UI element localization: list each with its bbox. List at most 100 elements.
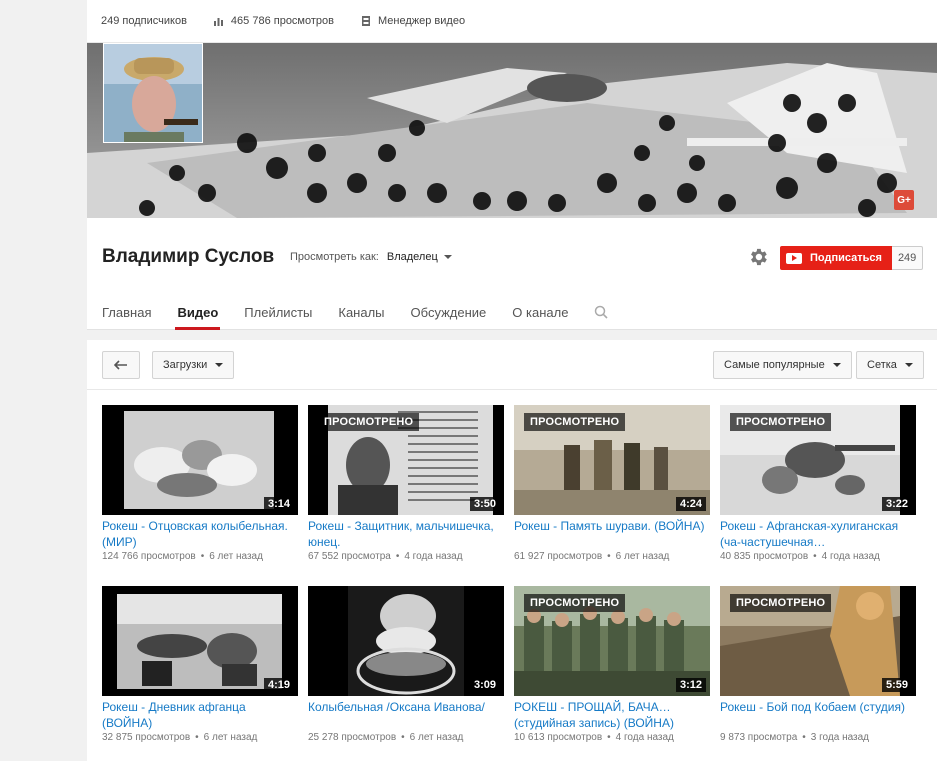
- video-title[interactable]: Рокеш - Защитник, мальчишечка, юнец.: [308, 518, 504, 550]
- chevron-down-icon: [904, 363, 913, 367]
- video-card[interactable]: ПРОСМОТРЕНО 4:24 Рокеш - Память шурави. …: [514, 405, 710, 562]
- view-count: 465 786 просмотров: [213, 15, 334, 27]
- view-as: Просмотреть как: Владелец: [290, 251, 452, 263]
- subscribe-button[interactable]: Подписаться: [780, 246, 892, 270]
- subscribe-label: Подписаться: [810, 252, 882, 264]
- subscriber-count-text: 249 подписчиков: [101, 15, 187, 27]
- channel-banner: [87, 43, 937, 218]
- video-age: 6 лет назад: [409, 732, 464, 743]
- video-views: 61 927 просмотров: [514, 551, 603, 562]
- video-card[interactable]: 3:14 Рокеш - Отцовская колыбельная. (МИР…: [102, 405, 298, 562]
- video-duration: 3:22: [881, 497, 912, 511]
- video-card[interactable]: ПРОСМОТРЕНО 5:59 Рокеш - Бой под Кобаем …: [720, 586, 916, 743]
- view-count-text: 465 786 просмотров: [230, 15, 334, 27]
- google-plus-icon[interactable]: G+: [894, 190, 914, 210]
- video-age: 4 года назад: [615, 732, 674, 743]
- subscriber-badge: 249: [891, 246, 924, 270]
- tab-discussion[interactable]: Обсуждение: [411, 298, 487, 330]
- tab-home[interactable]: Главная: [102, 298, 151, 330]
- video-meta: 25 278 просмотров • 6 лет назад: [308, 732, 464, 743]
- video-manager-label: Менеджер видео: [378, 15, 466, 27]
- channel-avatar[interactable]: [103, 43, 203, 143]
- watched-badge: ПРОСМОТРЕНО: [524, 594, 626, 612]
- video-manager-link[interactable]: Менеджер видео: [360, 15, 465, 27]
- video-title[interactable]: РОКЕШ - ПРОЩАЙ, БАЧА… (студийная запись)…: [514, 699, 710, 731]
- view-as-value: Владелец: [386, 251, 438, 263]
- video-thumbnail[interactable]: ПРОСМОТРЕНО 5:59: [720, 586, 916, 696]
- youtube-play-icon: [786, 252, 802, 264]
- video-meta: 10 613 просмотров • 4 года назад: [514, 732, 674, 743]
- chevron-down-icon: [215, 363, 224, 367]
- channel-stats-bar: 249 подписчиков 465 786 просмотров Менед…: [87, 0, 937, 43]
- video-views: 32 875 просмотров: [102, 732, 191, 743]
- video-thumbnail[interactable]: 4:19: [102, 586, 298, 696]
- tab-playlists[interactable]: Плейлисты: [244, 298, 312, 330]
- tab-about[interactable]: О канале: [512, 298, 568, 330]
- video-thumbnail[interactable]: ПРОСМОТРЕНО 3:22: [720, 405, 916, 515]
- watched-badge: ПРОСМОТРЕНО: [730, 413, 832, 431]
- uploads-label: Загрузки: [163, 359, 208, 371]
- video-title[interactable]: Рокеш - Память шурави. (ВОЙНА): [514, 518, 710, 550]
- view-as-dropdown[interactable]: Владелец: [387, 251, 452, 263]
- video-card[interactable]: ПРОСМОТРЕНО 3:22 Рокеш - Афганская-хулиг…: [720, 405, 916, 562]
- view-mode-label: Сетка: [867, 359, 897, 371]
- video-duration: 3:50: [469, 497, 500, 511]
- search-icon[interactable]: [594, 305, 609, 319]
- video-title[interactable]: Рокеш - Отцовская колыбельная. (МИР): [102, 518, 298, 550]
- avatar-image: [104, 44, 202, 142]
- video-views: 9 873 просмотра: [720, 732, 798, 743]
- bar-chart-icon: [213, 18, 223, 26]
- video-duration: 4:19: [263, 678, 294, 692]
- video-age: 4 года назад: [821, 551, 880, 562]
- video-thumbnail[interactable]: ПРОСМОТРЕНО 3:50: [308, 405, 504, 515]
- subscribe-group: Подписаться 249: [780, 246, 924, 270]
- video-duration: 3:12: [675, 678, 706, 692]
- video-meta: 9 873 просмотра • 3 года назад: [720, 732, 870, 743]
- video-card[interactable]: 3:09 Колыбельная /Оксана Иванова/ 25 278…: [308, 586, 504, 743]
- video-views: 67 552 просмотра: [308, 551, 391, 562]
- video-title[interactable]: Рокеш - Дневник афганца (ВОЙНА): [102, 699, 298, 731]
- banner-art: [87, 43, 937, 218]
- left-margin: [0, 0, 87, 761]
- video-card[interactable]: ПРОСМОТРЕНО 3:12 РОКЕШ - ПРОЩАЙ, БАЧА… (…: [514, 586, 710, 743]
- video-meta: 124 766 просмотров • 6 лет назад: [102, 551, 263, 562]
- video-duration: 4:24: [675, 497, 706, 511]
- subscriber-count: 249 подписчиков: [101, 15, 187, 27]
- video-title[interactable]: Колыбельная /Оксана Иванова/: [308, 699, 504, 731]
- video-thumbnail[interactable]: 3:09: [308, 586, 504, 696]
- videos-toolbar: Загрузки Самые популярные Сетка: [87, 340, 937, 390]
- video-title[interactable]: Рокеш - Бой под Кобаем (студия): [720, 699, 916, 731]
- video-meta: 67 552 просмотра • 4 года назад: [308, 551, 463, 562]
- tab-videos[interactable]: Видео: [175, 298, 221, 330]
- sort-dropdown[interactable]: Самые популярные: [713, 351, 852, 379]
- channel-header: Владимир Суслов Просмотреть как: Владеле…: [87, 218, 937, 330]
- video-age: 6 лет назад: [209, 551, 263, 562]
- video-age: 4 года назад: [404, 551, 463, 562]
- video-age: 6 лет назад: [615, 551, 670, 562]
- video-card[interactable]: ПРОСМОТРЕНО 3:50 Рокеш - Защитник, мальч…: [308, 405, 504, 562]
- video-meta: 32 875 просмотров • 6 лет назад: [102, 732, 258, 743]
- video-thumbnail[interactable]: ПРОСМОТРЕНО 4:24: [514, 405, 710, 515]
- video-title[interactable]: Рокеш - Афганская-хулиганская (ча-частуш…: [720, 518, 916, 550]
- video-duration: 3:14: [263, 497, 294, 511]
- chevron-down-icon: [443, 255, 452, 259]
- sort-label: Самые популярные: [724, 359, 825, 371]
- video-thumbnail[interactable]: ПРОСМОТРЕНО 3:12: [514, 586, 710, 696]
- view-mode-dropdown[interactable]: Сетка: [856, 351, 924, 379]
- video-age: 3 года назад: [810, 732, 870, 743]
- back-button[interactable]: [102, 351, 140, 379]
- uploads-dropdown[interactable]: Загрузки: [152, 351, 235, 379]
- video-age: 6 лет назад: [203, 732, 258, 743]
- chevron-down-icon: [832, 363, 841, 367]
- watched-badge: ПРОСМОТРЕНО: [730, 594, 832, 612]
- tab-channels[interactable]: Каналы: [338, 298, 384, 330]
- video-views: 124 766 просмотров: [102, 551, 196, 562]
- video-manager-icon: [362, 16, 370, 26]
- video-thumbnail[interactable]: 3:14: [102, 405, 298, 515]
- video-card[interactable]: 4:19 Рокеш - Дневник афганца (ВОЙНА) 32 …: [102, 586, 298, 743]
- channel-name[interactable]: Владимир Суслов: [102, 246, 274, 268]
- watched-badge: ПРОСМОТРЕНО: [524, 413, 626, 431]
- gear-icon[interactable]: [747, 246, 769, 268]
- view-as-label: Просмотреть как:: [290, 251, 379, 263]
- watched-badge: ПРОСМОТРЕНО: [318, 413, 420, 431]
